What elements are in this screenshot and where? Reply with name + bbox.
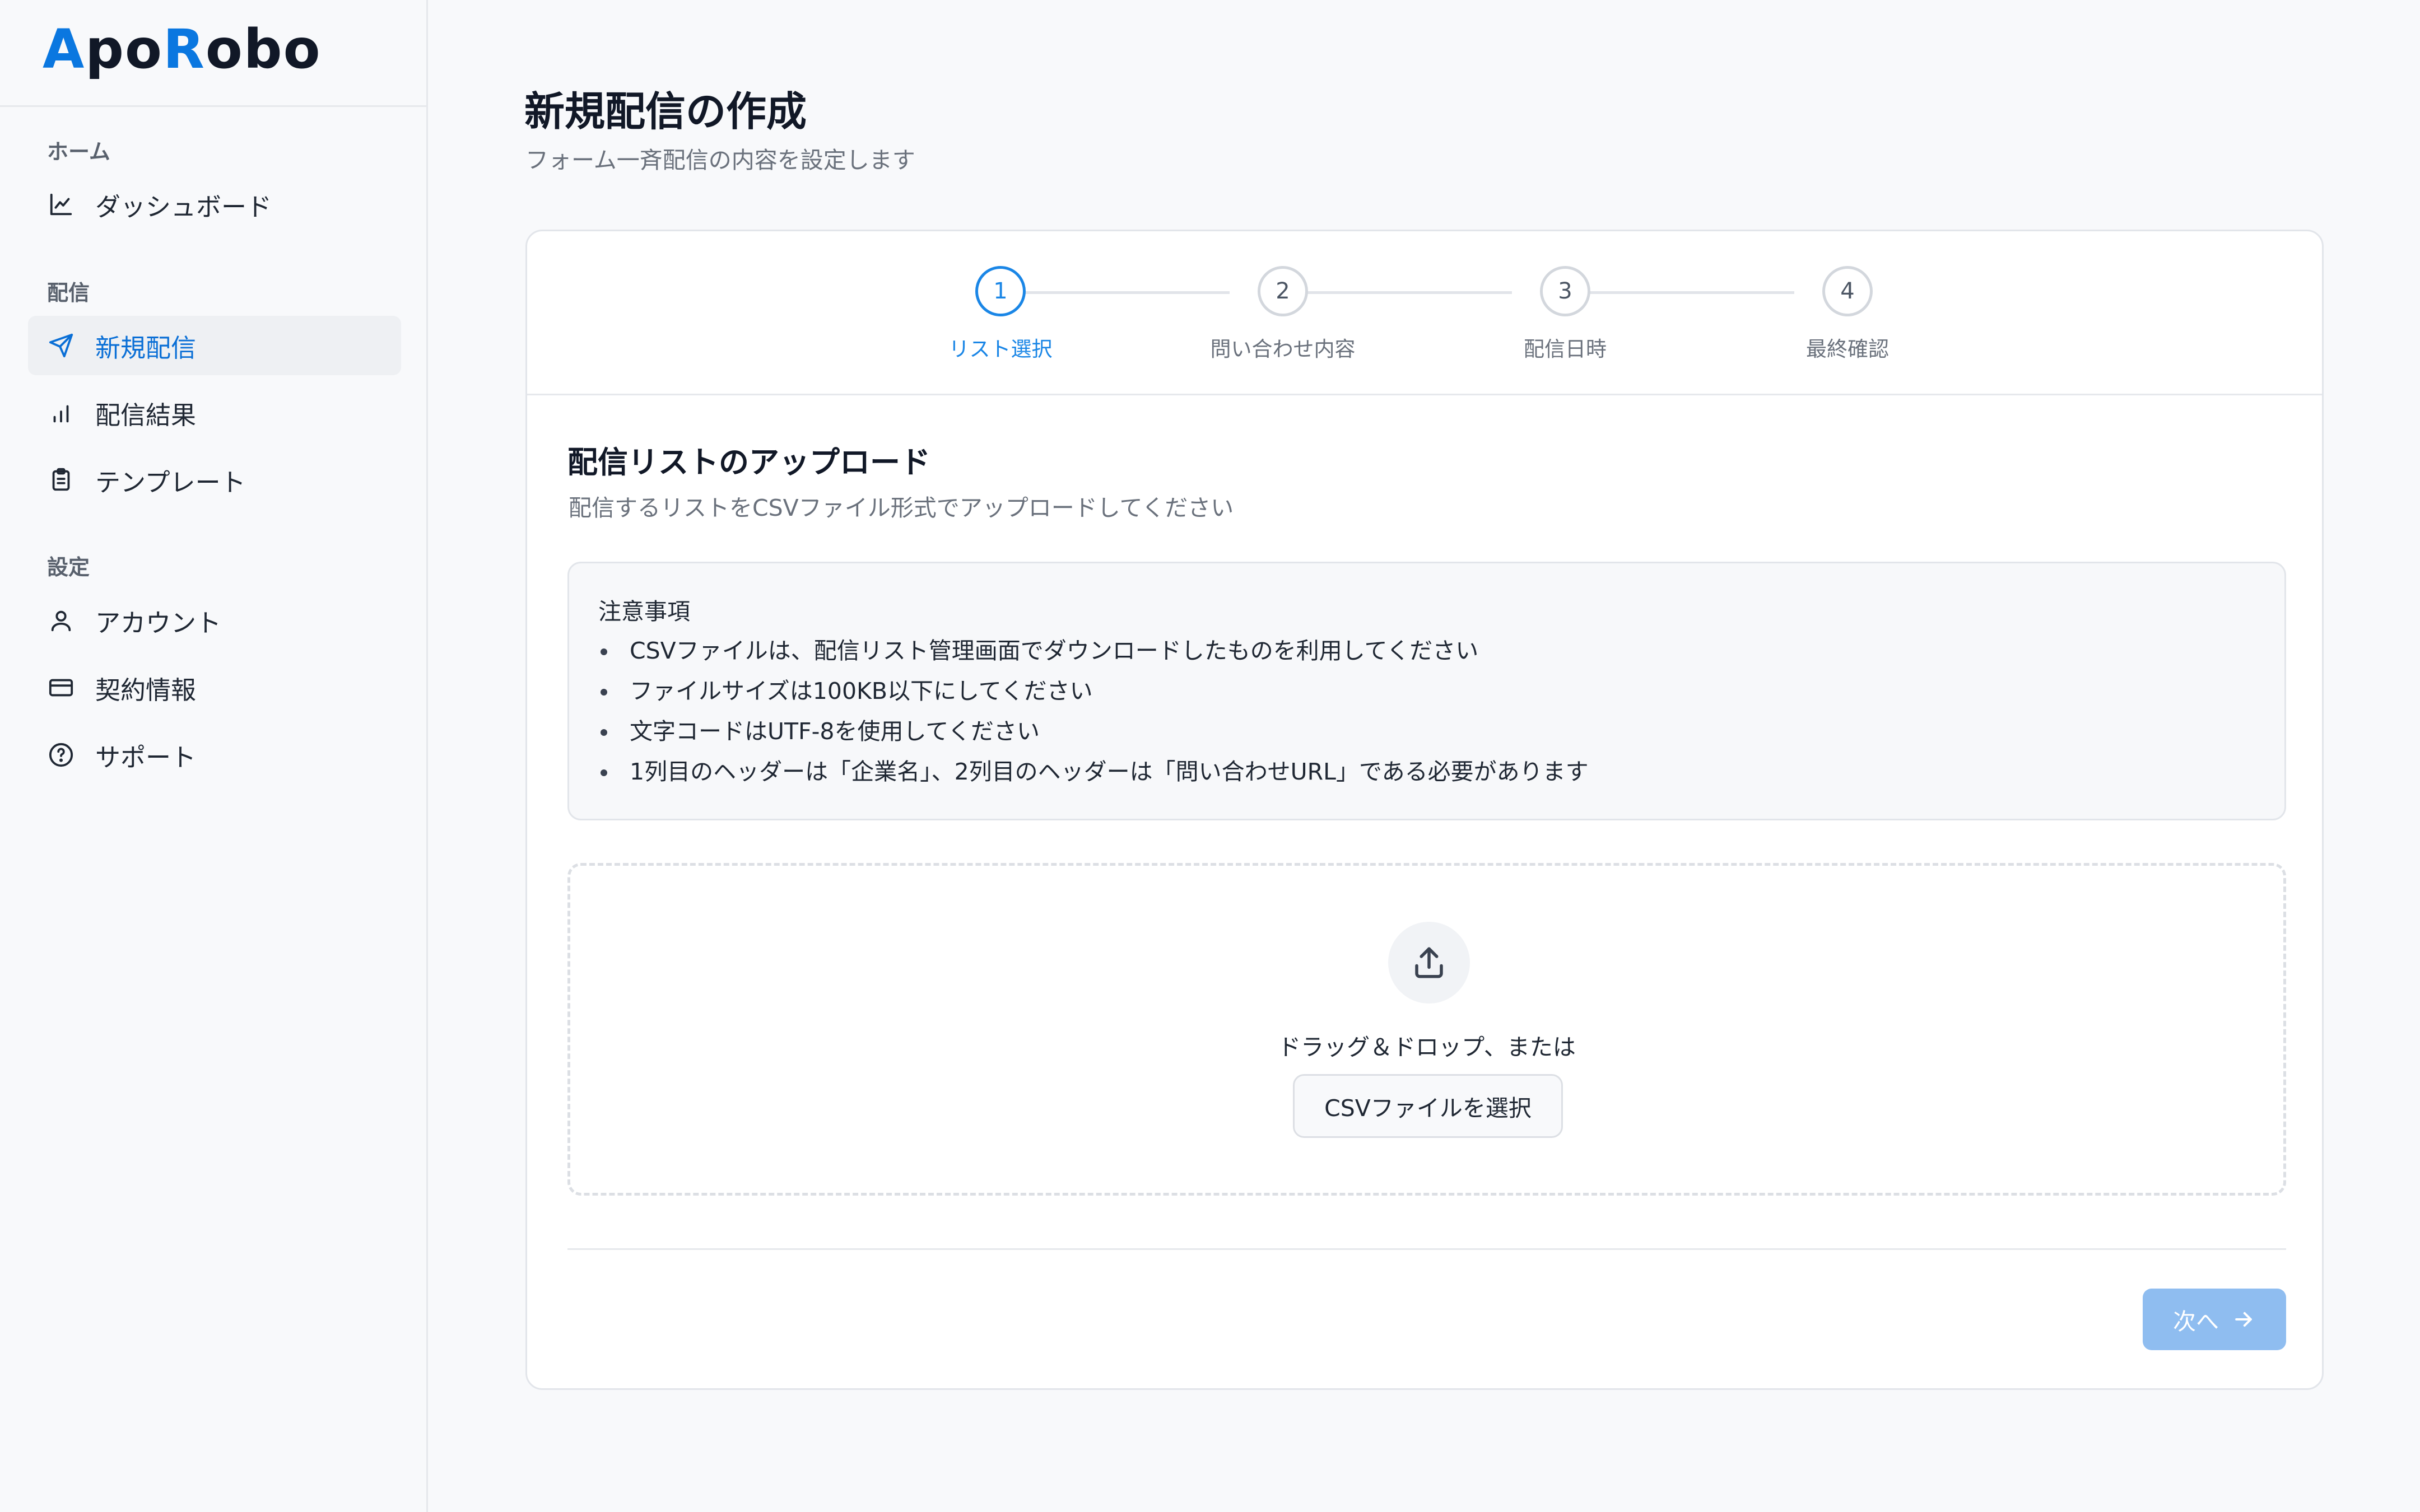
credit-card-icon <box>46 673 76 703</box>
section-title: 配信リストのアップロード <box>567 445 930 480</box>
step-2-circle: 2 <box>1258 266 1308 316</box>
help-circle-icon <box>46 740 76 770</box>
notice-item: CSVファイルは、配信リスト管理画面でダウンロードしたものを利用してください <box>598 631 1589 671</box>
step-4-circle: 4 <box>1822 266 1873 316</box>
sidebar-item-results[interactable]: 配信結果 <box>28 383 401 442</box>
step-connector <box>993 291 1230 294</box>
sidebar-item-label: 配信結果 <box>95 400 197 430</box>
sidebar-item-label: ダッシュボード <box>95 192 272 222</box>
notice-title: 注意事項 <box>598 598 690 625</box>
clipboard-icon <box>46 465 76 495</box>
logo-letter-a: A <box>43 18 86 81</box>
file-dropzone[interactable]: ドラッグ＆ドロップ、または CSVファイルを選択 <box>567 863 2286 1196</box>
sidebar-item-contract[interactable]: 契約情報 <box>28 658 401 717</box>
sidebar-item-support[interactable]: サポート <box>28 725 401 785</box>
footer-divider <box>567 1248 2286 1250</box>
sidebar-item-templates[interactable]: テンプレート <box>28 450 401 510</box>
logo-divider <box>0 105 428 107</box>
upload-icon <box>1388 922 1470 1004</box>
sidebar-item-label: サポート <box>95 742 197 772</box>
sidebar-item-label: 契約情報 <box>95 675 197 705</box>
page-title: 新規配信の作成 <box>524 88 807 135</box>
notice-item: 1列目のヘッダーは「企業名」、2列目のヘッダーは「問い合わせURL」である必要が… <box>598 752 1589 792</box>
logo-text-obo: obo <box>205 18 322 81</box>
next-button-label: 次へ <box>2173 1308 2219 1335</box>
sidebar-item-new-delivery[interactable]: 新規配信 <box>28 316 401 375</box>
sidebar-item-dashboard[interactable]: ダッシュボード <box>28 175 401 234</box>
step-1-label: リスト選択 <box>948 337 1053 361</box>
step-connector <box>1276 291 1512 294</box>
sidebar-item-label: アカウント <box>95 608 222 638</box>
step-3-label: 配信日時 <box>1524 337 1607 361</box>
logo-letter-r: R <box>162 18 206 81</box>
notice-box: 注意事項 CSVファイルは、配信リスト管理画面でダウンロードしたものを利用してく… <box>567 562 2286 820</box>
sidebar-item-account[interactable]: アカウント <box>28 591 401 650</box>
step-2-label: 問い合わせ内容 <box>1210 337 1356 361</box>
send-icon <box>46 330 76 361</box>
app-logo[interactable]: ApoRobo <box>43 21 322 77</box>
step-4-label: 最終確認 <box>1806 337 1889 361</box>
sidebar-item-label: 新規配信 <box>95 333 197 363</box>
user-icon <box>46 605 76 636</box>
section-description: 配信するリストをCSVファイル形式でアップロードしてください <box>569 494 1234 521</box>
dropzone-text: ドラッグ＆ドロップ、または <box>1278 1034 1576 1061</box>
nav-section-settings: 設定 <box>47 555 90 580</box>
next-button[interactable]: 次へ <box>2143 1289 2286 1350</box>
step-connector <box>1558 291 1794 294</box>
bar-chart-icon <box>46 398 76 428</box>
wizard-card: 1 リスト選択 2 問い合わせ内容 3 配信日時 4 最終確認 配信リストのアッ… <box>525 230 2324 1390</box>
page-subtitle: フォーム一斉配信の内容を設定します <box>525 147 915 174</box>
arrow-right-icon <box>2231 1307 2256 1332</box>
chart-line-icon <box>46 189 76 220</box>
nav-section-delivery: 配信 <box>47 281 90 305</box>
step-3-circle: 3 <box>1540 266 1590 316</box>
notice-list: CSVファイルは、配信リスト管理画面でダウンロードしたものを利用してください フ… <box>598 631 1589 792</box>
sidebar-item-label: テンプレート <box>95 467 246 497</box>
logo-text-po: po <box>85 18 163 81</box>
stepper: 1 リスト選択 2 問い合わせ内容 3 配信日時 4 最終確認 <box>527 231 2322 395</box>
notice-item: ファイルサイズは100KB以下にしてください <box>598 671 1589 711</box>
step-1-circle: 1 <box>975 266 1026 316</box>
sidebar: ApoRobo ホーム ダッシュボード 配信 新規配信 配信結果 テンプレート … <box>0 0 428 1512</box>
notice-item: 文字コードはUTF-8を使用してください <box>598 711 1589 752</box>
select-csv-button[interactable]: CSVファイルを選択 <box>1293 1074 1563 1138</box>
nav-section-home: ホーム <box>47 139 110 164</box>
